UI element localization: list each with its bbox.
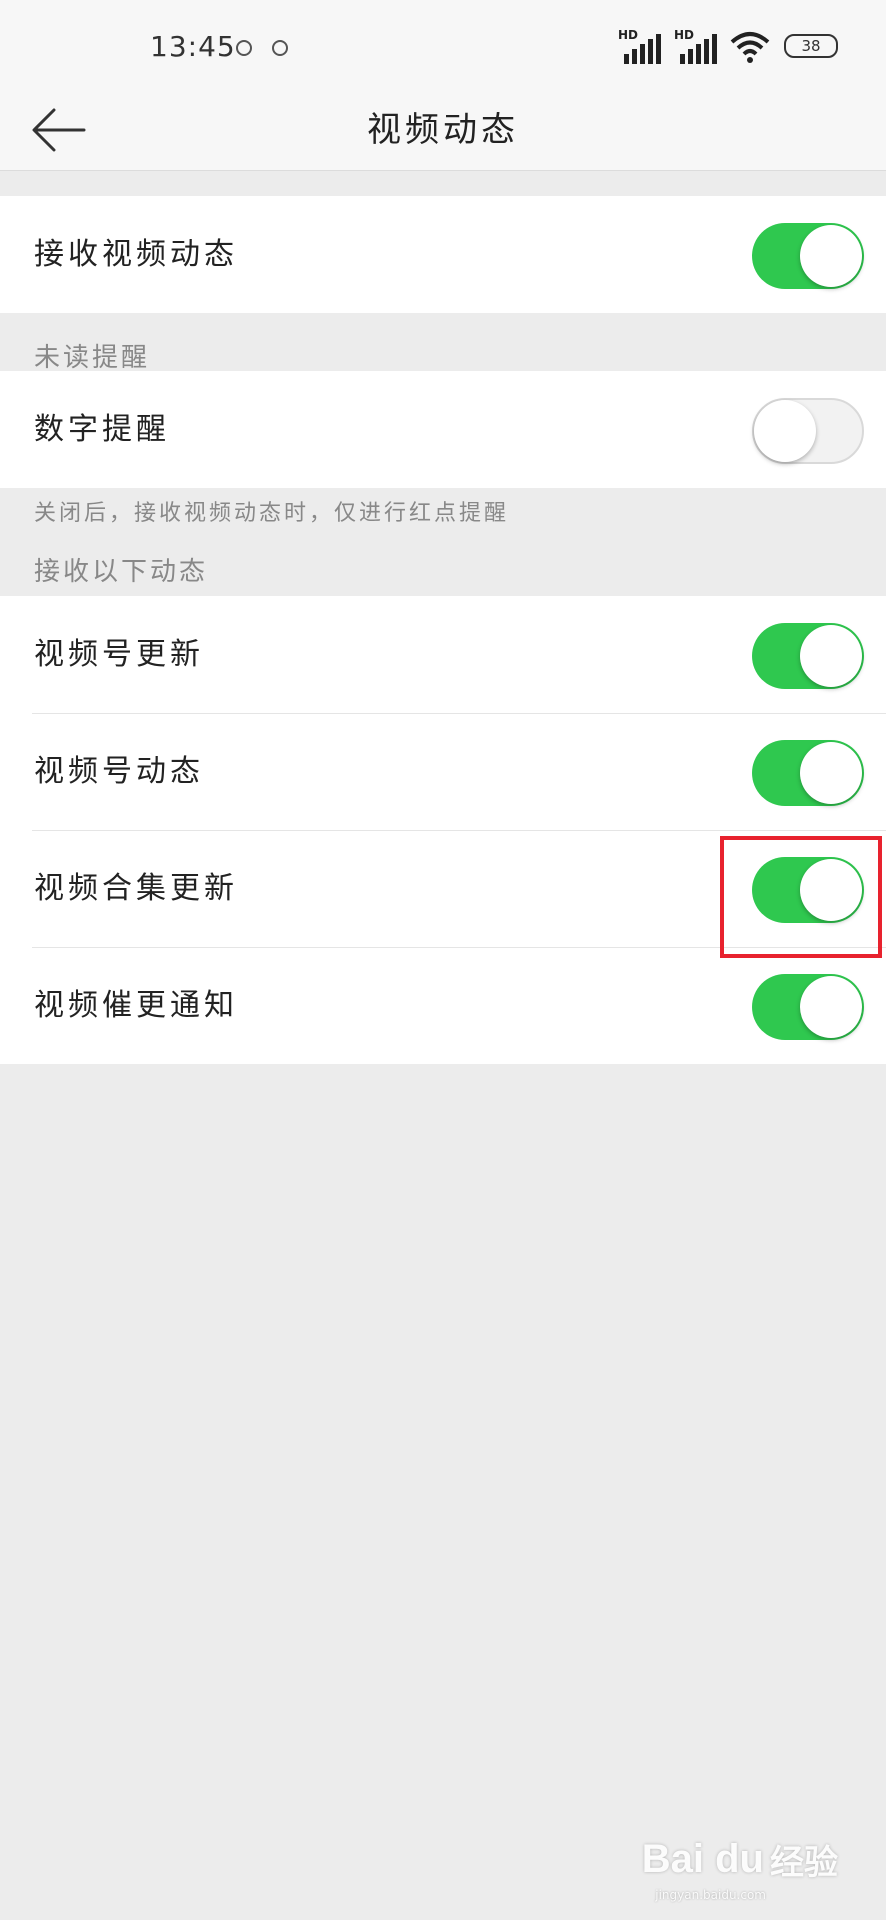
- toggle-knob: [800, 976, 862, 1038]
- row-label: 视频合集更新: [34, 871, 238, 906]
- toggle-knob: [800, 625, 862, 687]
- receive-group: 视频号更新 视频号动态 视频合集更新 视频催更通知: [0, 596, 886, 1064]
- list-item[interactable]: 数字提醒: [0, 371, 886, 488]
- highlight-box: [720, 836, 882, 958]
- signal-hd-label: HD: [618, 28, 639, 42]
- section-label-unread: 未读提醒: [34, 343, 151, 373]
- status-icons: HD HD 38: [618, 28, 838, 64]
- sync-notification-icon: [272, 40, 288, 56]
- unread-footnote: 关闭后，接收视频动态时，仅进行红点提醒: [34, 501, 510, 526]
- page-title: 视频动态: [367, 110, 519, 150]
- list-item[interactable]: 视频号更新: [0, 596, 886, 713]
- baidu-watermark: Bai du 经验: [642, 1835, 838, 1884]
- toggle-knob: [800, 742, 862, 804]
- signal-icon: HD: [618, 28, 661, 64]
- main-toggle-group: 接收视频动态: [0, 196, 886, 313]
- watermark-url: jingyan.baidu.com: [655, 1888, 766, 1902]
- channel-update-toggle[interactable]: [752, 623, 864, 689]
- toggle-knob: [754, 400, 816, 462]
- nav-bar: 视频动态: [0, 92, 886, 171]
- signal-icon: HD: [674, 28, 717, 64]
- signal-hd-label: HD: [674, 28, 695, 42]
- wifi-icon: [730, 32, 770, 63]
- channel-activity-toggle[interactable]: [752, 740, 864, 806]
- update-request-toggle[interactable]: [752, 974, 864, 1040]
- section-label-receive: 接收以下动态: [34, 557, 209, 587]
- list-item[interactable]: 视频催更通知: [0, 947, 886, 1064]
- row-label: 视频催更通知: [34, 988, 238, 1023]
- list-item[interactable]: 视频号动态: [0, 713, 886, 830]
- baidu-logo: Bai du: [641, 1837, 764, 1881]
- watermark-text: 经验: [770, 1843, 838, 1883]
- battery-icon: 38: [784, 34, 838, 58]
- row-label: 视频号更新: [34, 637, 204, 672]
- row-label: 数字提醒: [34, 412, 170, 447]
- unread-group: 数字提醒: [0, 371, 886, 488]
- number-reminder-toggle[interactable]: [752, 398, 864, 464]
- row-label: 视频号动态: [34, 754, 204, 789]
- cloud-notification-icon: [236, 40, 252, 56]
- row-label: 接收视频动态: [34, 237, 238, 272]
- status-bar: 13:45 HD HD 38: [0, 0, 886, 92]
- toggle-knob: [800, 225, 862, 287]
- status-time: 13:45: [150, 30, 236, 63]
- receive-video-updates-toggle[interactable]: [752, 223, 864, 289]
- list-item[interactable]: 接收视频动态: [0, 196, 886, 313]
